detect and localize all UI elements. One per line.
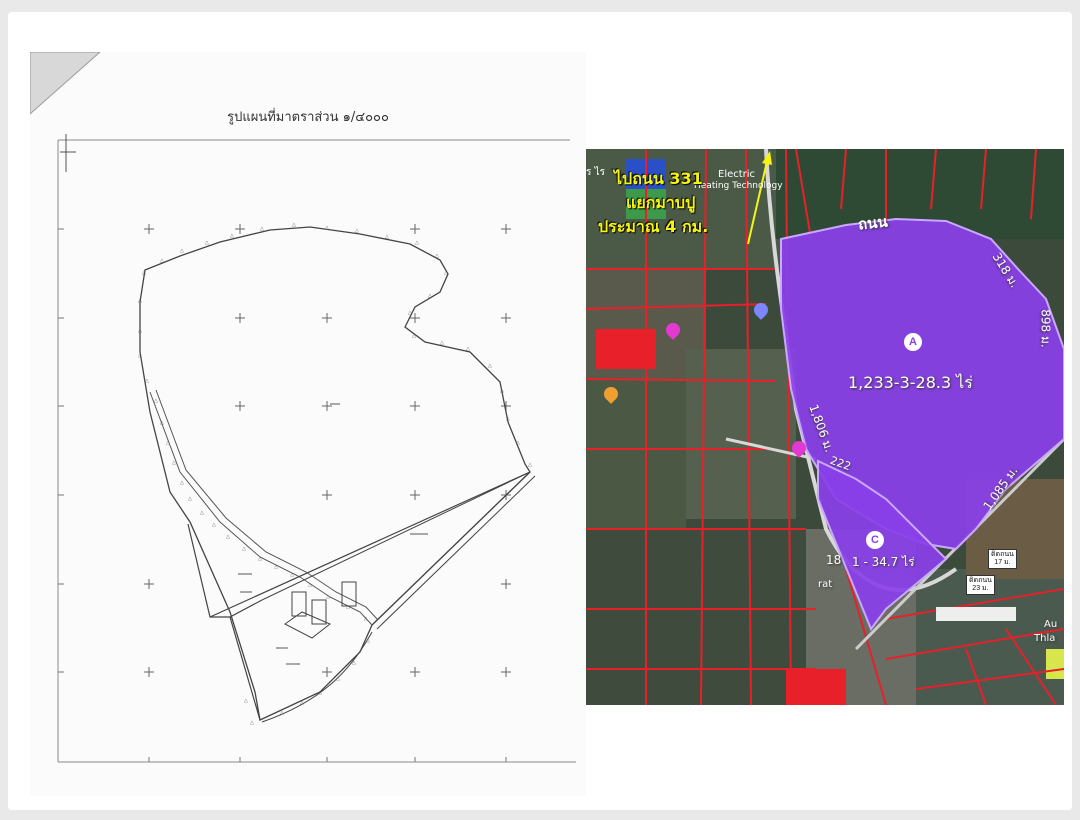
svg-text:△: △ <box>172 460 176 466</box>
svg-text:△: △ <box>355 228 359 234</box>
road-tag-23m: ติดถนน 23 ม. <box>966 575 995 595</box>
parcel-a-area-label: 1,233-3-28.3 ไร่ <box>848 373 973 392</box>
survey-drawing: △ △ △ △ △ △ △ △ △ △ △ △ △ △ △ △ △ △ △ △ △ △ △ △ △ △ △ △ △ △… <box>30 52 576 763</box>
svg-text:△: △ <box>385 234 389 240</box>
svg-text:△: △ <box>160 420 164 426</box>
svg-text:△: △ <box>244 698 248 704</box>
survey-plan: △ △ △ △ △ △ △ △ △ △ △ △ △ △ △ △ △ △ △ △ △ △ △ △ △ △ △ △ △ △… <box>30 52 586 796</box>
svg-text:△: △ <box>258 556 262 562</box>
svg-text:△: △ <box>138 298 142 304</box>
road-tag-17m-line1: ติดถนน <box>991 551 1014 558</box>
svg-text:△: △ <box>138 328 142 334</box>
aerial-map: Electric Heating Technology ร ไร ไปถนน 3… <box>586 149 1064 705</box>
svg-text:△: △ <box>506 416 510 422</box>
svg-text:△: △ <box>280 710 284 716</box>
label-rate: rat <box>818 579 833 590</box>
svg-text:△: △ <box>142 270 146 276</box>
svg-text:△: △ <box>412 333 416 339</box>
svg-text:△: △ <box>366 638 370 644</box>
svg-text:△: △ <box>205 240 209 246</box>
direction-line1: ไปถนน 331 <box>614 169 703 188</box>
dim-898: 898 ม. <box>1038 309 1053 348</box>
svg-text:△: △ <box>352 660 356 666</box>
svg-text:△: △ <box>528 462 532 468</box>
svg-text:△: △ <box>242 546 246 552</box>
road-tag-17m: ติดถนน 17 ม. <box>988 549 1017 569</box>
svg-text:△: △ <box>326 594 330 600</box>
label-heating: Heating Technology <box>694 181 783 191</box>
photo-frame: △ △ △ △ △ △ △ △ △ △ △ △ △ △ △ △ △ △ △ △ △ △ △ △ △ △ △ △ △ △… <box>8 12 1072 810</box>
svg-text:△: △ <box>325 225 329 231</box>
road-tag-23m-line2: 23 ม. <box>972 585 989 592</box>
label-top-left: ร ไร <box>586 167 605 178</box>
svg-text:△: △ <box>260 226 264 232</box>
svg-text:△: △ <box>230 233 234 239</box>
svg-text:△: △ <box>226 534 230 540</box>
parcel-a-marker: A <box>904 333 922 351</box>
svg-text:△: △ <box>318 690 322 696</box>
direction-line2: แยกมาบปู <box>626 193 696 212</box>
svg-text:△: △ <box>274 564 278 570</box>
road-tag-17m-line2: 17 ม. <box>994 559 1011 566</box>
svg-text:△: △ <box>500 388 504 394</box>
parcel-c-prefix: 18 <box>826 553 842 567</box>
svg-text:△: △ <box>440 340 444 346</box>
svg-text:△: △ <box>428 293 432 299</box>
svg-text:△: △ <box>154 398 158 404</box>
svg-text:△: △ <box>346 604 350 610</box>
svg-text:△: △ <box>138 353 142 359</box>
svg-text:△: △ <box>444 270 448 276</box>
svg-text:△: △ <box>516 440 520 446</box>
svg-text:△: △ <box>180 248 184 254</box>
svg-text:△: △ <box>435 253 439 259</box>
svg-text:△: △ <box>336 676 340 682</box>
svg-text:△: △ <box>212 522 216 528</box>
parcel-c-marker: C <box>866 531 884 549</box>
svg-text:△: △ <box>364 616 368 622</box>
parcel-c-area-label: 1 - 34.7 ไร่ <box>852 555 915 569</box>
svg-text:△: △ <box>466 346 470 352</box>
svg-text:△: △ <box>188 496 192 502</box>
svg-text:△: △ <box>292 222 296 228</box>
svg-text:△: △ <box>180 480 184 486</box>
svg-text:△: △ <box>308 582 312 588</box>
road-name: ถนน <box>857 212 889 234</box>
svg-text:△: △ <box>408 310 412 316</box>
svg-text:△: △ <box>250 720 254 726</box>
parcel-boundary <box>139 226 531 721</box>
label-thla: Thla <box>1034 633 1056 644</box>
svg-text:△: △ <box>290 572 294 578</box>
svg-text:△: △ <box>415 240 419 246</box>
road-tag-23m-line1: ติดถนน <box>969 577 992 584</box>
label-au: Au <box>1044 619 1058 630</box>
grid-crosses <box>144 224 511 677</box>
survey-title: รูปแผนที่มาตราส่วน ๑/๔๐๐๐ <box>227 110 389 125</box>
svg-text:△: △ <box>300 700 304 706</box>
svg-text:△: △ <box>200 510 204 516</box>
direction-line3: ประมาณ 4 กม. <box>598 217 709 236</box>
label-electric: Electric <box>718 169 756 180</box>
svg-text:△: △ <box>166 440 170 446</box>
svg-text:△: △ <box>488 363 492 369</box>
svg-text:△: △ <box>145 378 149 384</box>
svg-text:△: △ <box>160 258 164 264</box>
